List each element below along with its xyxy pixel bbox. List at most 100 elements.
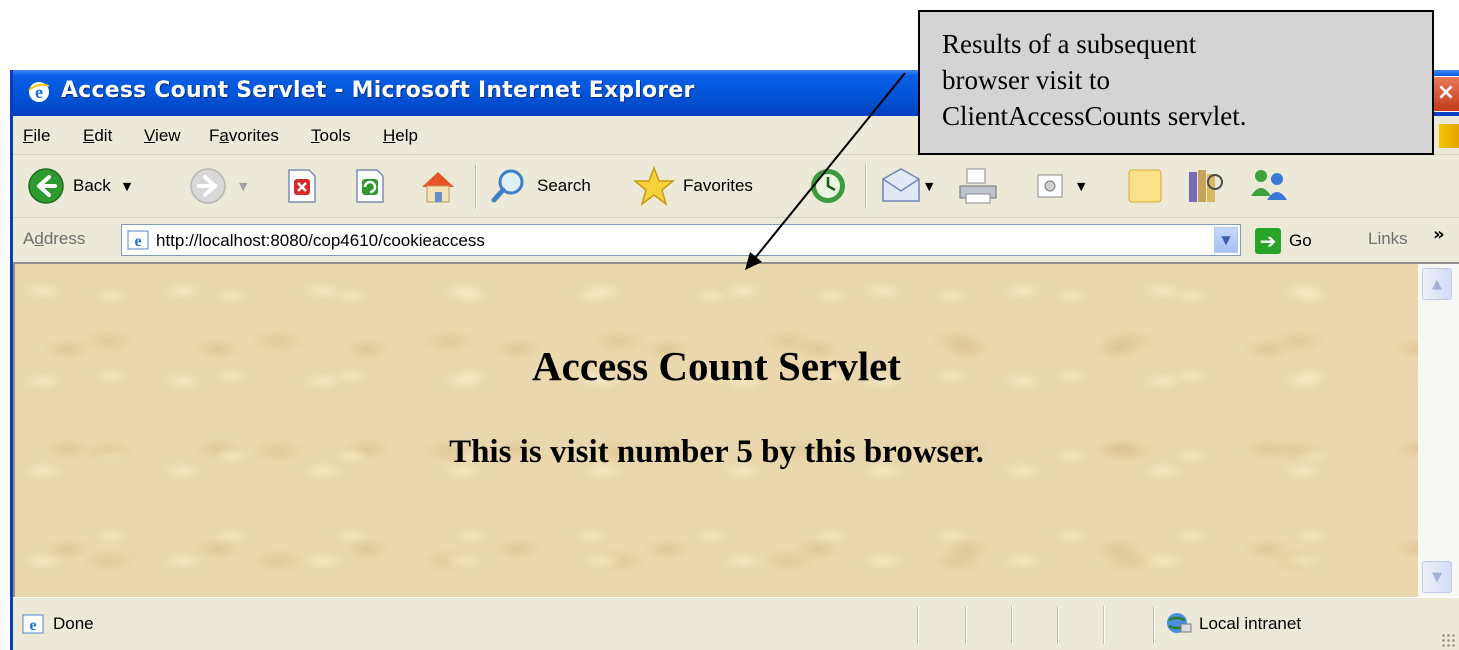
back-dropdown-icon[interactable]: ▼ [123,180,131,193]
links-chevron-icon[interactable]: » [1433,224,1445,245]
discuss-button[interactable] [1125,165,1165,207]
home-icon [422,172,454,203]
messenger-button[interactable] [1247,165,1291,207]
page-content: Access Count Servlet This is visit numbe… [13,262,1418,597]
toolbar-separator [475,163,477,209]
search-label: Search [537,176,591,195]
search-magnifier-icon [491,169,524,203]
page-done-icon: e [22,614,44,634]
print-button[interactable] [957,165,999,207]
mail-icon [882,168,920,202]
status-bar: e Done Local intranet [13,597,1459,650]
stop-button[interactable] [285,165,319,207]
menu-view-accel: V [144,126,156,145]
page-heading: Access Count Servlet [532,343,901,389]
close-icon: × [1436,80,1456,105]
status-divider [1153,606,1155,644]
menu-help-label: elp [395,126,418,145]
scroll-down-icon[interactable]: ▼ [1422,561,1452,593]
status-divider [1103,606,1105,644]
forward-arrow-icon [190,168,226,204]
browser-window: e Access Count Servlet - Microsoft Inter… [10,70,1459,650]
messenger-icon [1251,170,1287,200]
local-intranet-icon [1167,613,1192,633]
favorites-label: Favorites [683,176,753,195]
status-divider [965,606,967,644]
status-divider [1057,606,1059,644]
menu-favorites-accel: a [219,126,229,145]
window-title: Access Count Servlet - Microsoft Interne… [61,78,695,103]
refresh-button[interactable] [353,165,387,207]
status-divider [917,606,919,644]
mail-button[interactable]: ▼ [879,165,933,207]
favorites-button[interactable]: Favorites [633,165,753,207]
page-ie-icon: e [127,230,149,250]
menu-favorites-label: vorites [228,126,279,145]
menu-edit-accel: E [83,126,95,145]
back-label: Back [73,176,111,195]
address-label-accel: d [34,229,44,248]
menu-favorites[interactable]: Favorites [209,126,279,146]
address-input[interactable]: e http://localhost:8080/cop4610/cookieac… [121,224,1241,256]
research-button[interactable] [1185,165,1227,207]
address-bar: Address e http://localhost:8080/cop4610/… [13,218,1459,262]
menu-edit[interactable]: Edit [83,126,112,146]
menu-view[interactable]: View [144,126,181,146]
address-label-rest: dress [43,229,86,248]
mail-dropdown-icon[interactable]: ▼ [925,180,933,193]
toolbar-separator [865,163,867,209]
forward-button[interactable]: ▼ [189,165,247,207]
go-arrow-icon: ➔ [1255,228,1281,254]
callout-line: ClientAccessCounts servlet. [942,101,1247,131]
menu-file-label: ile [33,126,51,145]
menu-tools[interactable]: Tools [311,126,351,146]
menu-file-accel: F [23,126,34,145]
stop-icon [288,169,316,203]
windows-logo-icon [1439,124,1459,148]
history-icon [811,169,845,203]
address-label-pre: A [23,229,35,248]
refresh-icon [356,169,384,203]
back-arrow-icon [28,168,64,204]
menu-edit-label: dit [94,126,113,145]
menu-tools-accel: T [311,126,320,145]
visit-message: This is visit number 5 by this browser. [449,434,984,470]
home-button[interactable] [418,165,458,207]
vertical-scrollbar[interactable]: ▲ ▼ [1418,262,1459,597]
back-button[interactable]: Back ▼ [27,165,131,207]
edit-dropdown-icon[interactable]: ▼ [1077,180,1085,193]
menu-tools-label: ools [319,126,351,145]
scroll-up-icon[interactable]: ▲ [1422,268,1452,300]
address-url: http://localhost:8080/cop4610/cookieacce… [156,231,485,250]
edit-icon [1037,174,1063,198]
security-zone-label: Local intranet [1199,614,1302,633]
menu-help[interactable]: Help [383,126,418,146]
go-button[interactable]: ➔ Go [1255,228,1312,254]
address-label: Address [23,229,85,249]
callout-line: Results of a subsequent [942,29,1197,59]
go-label: Go [1289,231,1312,250]
research-icon [1189,170,1223,202]
discuss-icon [1128,169,1162,203]
ie-icon: e [28,82,50,102]
favorites-star-icon [633,165,675,206]
search-button[interactable]: Search [489,165,591,207]
history-button[interactable] [807,165,849,207]
menu-favorites-pre: F [209,126,220,145]
annotation-callout: Results of a subsequent browser visit to… [918,10,1434,155]
address-dropdown-icon[interactable]: ▼ [1214,227,1238,253]
menu-file[interactable]: File [23,126,50,146]
close-button[interactable]: × [1432,76,1459,112]
svg-text:e: e [29,617,36,634]
callout-line: browser visit to [942,65,1110,95]
links-label[interactable]: Links [1368,229,1408,249]
forward-dropdown-icon[interactable]: ▼ [239,180,247,193]
svg-text:e: e [134,233,141,250]
edit-button[interactable]: ▼ [1035,165,1085,207]
standard-toolbar: Back ▼ ▼ Search Favorites ▼ ▼ [13,155,1459,218]
menu-help-accel: H [383,126,396,145]
status-divider [1011,606,1013,644]
print-icon [959,168,997,204]
status-text: Done [53,614,94,633]
resize-grip[interactable] [1441,633,1455,647]
